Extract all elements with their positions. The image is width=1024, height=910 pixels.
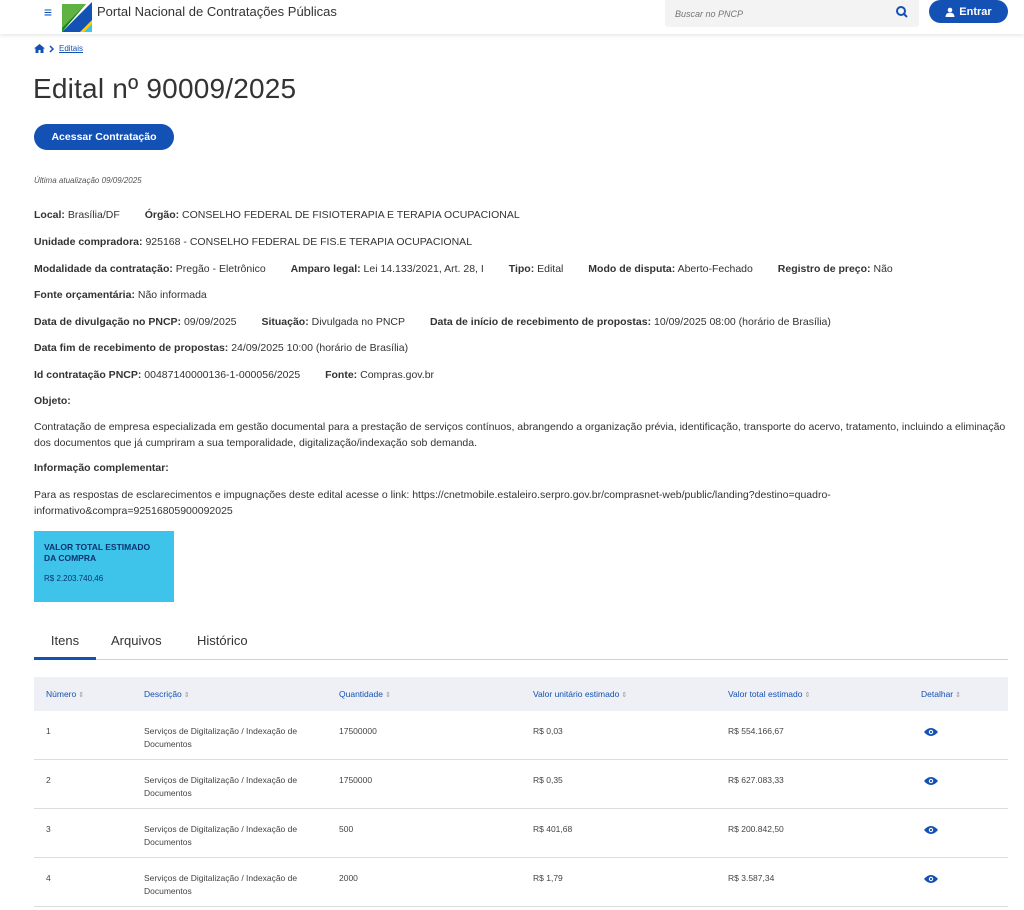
tab-historico[interactable]: Histórico <box>197 628 248 660</box>
sort-icon: ⇕ <box>78 692 85 699</box>
access-contract-button[interactable]: Acessar Contratação <box>34 124 174 150</box>
cell-quantidade: 1750000 <box>339 775 373 785</box>
eye-icon[interactable] <box>924 776 938 786</box>
tabs: Itens Arquivos Histórico <box>34 628 1008 660</box>
cell-valor-total: R$ 200.842,50 <box>728 824 784 834</box>
user-icon <box>945 7 955 17</box>
info-label: Informação complementar: <box>34 462 169 474</box>
table-row: 1 Serviços de Digitalização / Indexação … <box>34 711 1008 760</box>
eye-icon[interactable] <box>924 727 938 737</box>
objeto-label: Objeto: <box>34 395 71 407</box>
cell-valor-unitario: R$ 0,35 <box>533 775 563 785</box>
login-button[interactable]: Entrar <box>929 0 1008 23</box>
estimate-label: VALOR TOTAL ESTIMADO DA COMPRA <box>44 542 151 563</box>
last-updated: Última atualização 09/09/2025 <box>34 176 142 185</box>
tipo-value: Edital <box>537 263 564 275</box>
cell-quantidade: 17500000 <box>339 726 377 736</box>
sort-icon: ⇕ <box>183 692 190 699</box>
fonte-value: Compras.gov.br <box>360 369 435 381</box>
modalidade-value: Pregão - Eletrônico <box>175 263 266 275</box>
cell-descricao: Serviços de Digitalização / Indexação de… <box>144 775 298 798</box>
eye-icon[interactable] <box>924 874 938 884</box>
cell-numero: 1 <box>46 726 51 736</box>
cell-valor-total: R$ 554.166,67 <box>728 726 784 736</box>
page-title: Edital nº 90009/2025 <box>33 73 297 104</box>
sort-icon: ⇕ <box>804 692 811 699</box>
cell-valor-unitario: R$ 401,68 <box>533 824 573 834</box>
cell-descricao: Serviços de Digitalização / Indexação de… <box>144 824 298 847</box>
cell-valor-unitario: R$ 1,79 <box>533 873 563 883</box>
cell-valor-total: R$ 3.587,34 <box>728 873 775 883</box>
brand-title: Portal Nacional de Contratações Públicas <box>97 4 337 19</box>
cell-valor-unitario: R$ 0,03 <box>533 726 563 736</box>
tab-arquivos[interactable]: Arquivos <box>111 628 162 660</box>
table-header: Número ⇕ Descrição ⇕ Quantidade ⇕ Valor uni… <box>34 677 1008 711</box>
sort-icon: ⇕ <box>955 692 962 699</box>
sort-icon: ⇕ <box>384 692 391 699</box>
modo-value: Aberto-Fechado <box>677 263 753 275</box>
local-value: Brasília/DF <box>67 209 120 221</box>
sort-icon: ⇕ <box>621 692 628 699</box>
inicio-value: 10/09/2025 08:00 (horário de Brasília) <box>654 316 831 328</box>
info-row-local: Local: Brasília/DF Órgão: CONSELHO FEDER… <box>34 209 520 221</box>
table-row: 2 Serviços de Digitalização / Indexação … <box>34 760 1008 809</box>
header-valor-total[interactable]: Valor total estimado ⇕ <box>728 677 810 711</box>
search-bar <box>665 0 919 27</box>
search-input[interactable] <box>675 5 885 23</box>
objeto-text: Contratação de empresa especializada em … <box>34 421 1006 449</box>
header-descricao[interactable]: Descrição ⇕ <box>144 677 190 711</box>
cell-quantidade: 2000 <box>339 873 358 883</box>
login-label: Entrar <box>959 5 992 18</box>
tab-itens[interactable]: Itens <box>34 628 96 660</box>
cell-valor-total: R$ 627.083,33 <box>728 775 784 785</box>
breadcrumb: Editais <box>34 44 83 53</box>
info-text: Para as respostas de esclarecimentos e i… <box>34 489 831 517</box>
estimate-value: R$ 2.203.740,46 <box>44 574 104 583</box>
unidade-value: 925168 - CONSELHO FEDERAL DE FIS.E TERAP… <box>145 236 473 248</box>
header-quantidade[interactable]: Quantidade ⇕ <box>339 677 391 711</box>
cell-descricao: Serviços de Digitalização / Indexação de… <box>144 726 298 749</box>
cell-numero: 3 <box>46 824 51 834</box>
info-row-fim: Data fim de recebimento de propostas: 24… <box>34 342 409 354</box>
top-header: ≡ Portal Nacional de Contratações Públic… <box>0 0 1024 34</box>
fonte-orcamentaria-value: Não informada <box>137 289 207 301</box>
cell-numero: 2 <box>46 775 51 785</box>
cell-numero: 4 <box>46 873 51 883</box>
chevron-right-icon <box>49 44 55 53</box>
search-icon[interactable] <box>893 3 911 21</box>
cell-descricao: Serviços de Digitalização / Indexação de… <box>144 873 298 896</box>
cell-quantidade: 500 <box>339 824 354 834</box>
info-row-unidade: Unidade compradora: 925168 - CONSELHO FE… <box>34 236 473 248</box>
orgao-value: CONSELHO FEDERAL DE FISIOTERAPIA E TERAP… <box>182 209 520 221</box>
divulgacao-value: 09/09/2025 <box>183 316 237 328</box>
situacao-value: Divulgada no PNCP <box>311 316 406 328</box>
pncp-logo <box>62 2 92 32</box>
info-row-divulgacao: Data de divulgação no PNCP: 09/09/2025 S… <box>34 316 831 328</box>
header-numero[interactable]: Número ⇕ <box>46 677 84 711</box>
amparo-value: Lei 14.133/2021, Art. 28, I <box>363 263 484 275</box>
eye-icon[interactable] <box>924 825 938 835</box>
header-valor-unitario[interactable]: Valor unitário estimado ⇕ <box>533 677 627 711</box>
info-row-fonte-orc: Fonte orçamentária: Não informada <box>34 289 207 301</box>
table-row: 4 Serviços de Digitalização / Indexação … <box>34 858 1008 907</box>
fim-value: 24/09/2025 10:00 (horário de Brasília) <box>231 342 409 354</box>
id-value: 00487140000136-1-000056/2025 <box>144 369 301 381</box>
breadcrumb-editais-link[interactable]: Editais <box>59 44 83 53</box>
table-row: 3 Serviços de Digitalização / Indexação … <box>34 809 1008 858</box>
info-row-modalidade: Modalidade da contratação: Pregão - Elet… <box>34 263 893 275</box>
header-detalhar[interactable]: Detalhar ⇕ <box>921 677 961 711</box>
info-row-id: Id contratação PNCP: 00487140000136-1-00… <box>34 369 435 381</box>
home-icon[interactable] <box>34 44 45 53</box>
menu-icon[interactable]: ≡ <box>40 3 56 21</box>
registro-value: Não <box>873 263 893 275</box>
estimate-box: VALOR TOTAL ESTIMADO DA COMPRA R$ 2.203.… <box>34 531 174 602</box>
